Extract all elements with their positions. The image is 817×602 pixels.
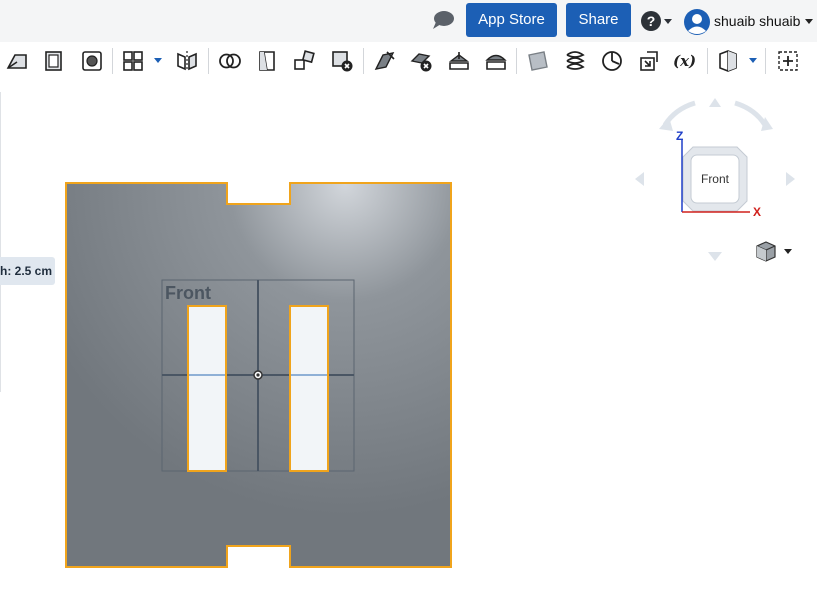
- delete-face-icon[interactable]: [410, 49, 434, 73]
- chevron-down-icon: [805, 19, 813, 24]
- user-menu[interactable]: shuaib shuaib: [683, 7, 817, 35]
- graphics-viewport[interactable]: Front h: 2.5 cm Front Z X: [0, 80, 817, 602]
- move-face-icon[interactable]: [447, 49, 471, 73]
- toolbar-separator: [112, 48, 113, 74]
- axis-z-label: Z: [676, 129, 684, 143]
- revolve-icon[interactable]: [80, 49, 104, 73]
- slot-right[interactable]: [289, 305, 329, 472]
- delete-part-icon[interactable]: [330, 49, 354, 73]
- user-avatar-icon: [684, 9, 710, 35]
- origin-icon[interactable]: [253, 370, 263, 380]
- add-tool-icon[interactable]: [776, 49, 800, 73]
- toolbar-separator: [363, 48, 364, 74]
- boolean-icon[interactable]: [218, 49, 242, 73]
- toolbar-separator: [765, 48, 766, 74]
- render-mode-menu[interactable]: [755, 240, 795, 262]
- user-name: shuaib shuaib: [714, 13, 801, 29]
- transform-icon[interactable]: [292, 49, 316, 73]
- rotate-right-icon[interactable]: [734, 100, 768, 127]
- plane-label: Front: [165, 283, 211, 303]
- plane-icon[interactable]: [526, 49, 550, 73]
- pattern-dropdown-icon[interactable]: [154, 58, 162, 63]
- arrow-right-icon[interactable]: [786, 172, 795, 186]
- extrude-icon[interactable]: [42, 49, 66, 73]
- mirror-icon[interactable]: [175, 49, 199, 73]
- app-store-button[interactable]: App Store: [466, 3, 557, 37]
- shaded-cube-icon: [756, 241, 792, 262]
- top-bar: App Store Share ? shuaib shuaib: [0, 0, 817, 42]
- help-menu[interactable]: ?: [640, 10, 678, 32]
- modify-face-icon[interactable]: [373, 49, 397, 73]
- toolbar-separator: [707, 48, 708, 74]
- variable-label: (x): [673, 52, 697, 70]
- svg-text:?: ?: [647, 13, 656, 29]
- toolbar-separator: [208, 48, 209, 74]
- import-icon[interactable]: [637, 49, 661, 73]
- arrow-up-icon[interactable]: [709, 98, 721, 107]
- dimension-tag: h: 2.5 cm: [0, 257, 55, 285]
- cube-face-label: Front: [700, 172, 729, 186]
- split-icon[interactable]: [255, 49, 279, 73]
- arrow-left-icon[interactable]: [635, 172, 644, 186]
- pattern-icon[interactable]: [121, 49, 145, 73]
- replace-face-icon[interactable]: [484, 49, 508, 73]
- arrow-down-icon[interactable]: [708, 252, 722, 261]
- question-circle-icon: ?: [641, 11, 672, 31]
- feature-toolbar: (x): [0, 42, 817, 80]
- helix-icon[interactable]: [563, 49, 587, 73]
- sketch-tool-icon[interactable]: [5, 49, 29, 73]
- variable-icon[interactable]: (x): [673, 49, 701, 73]
- mate-connector-icon[interactable]: [600, 49, 624, 73]
- axis-x-label: X: [753, 205, 762, 219]
- toolbar-separator: [516, 48, 517, 74]
- section-view-icon[interactable]: [716, 49, 740, 73]
- share-button[interactable]: Share: [566, 3, 631, 37]
- slot-left[interactable]: [187, 305, 227, 472]
- section-view-dropdown-icon[interactable]: [749, 58, 757, 63]
- comment-icon[interactable]: [431, 10, 455, 30]
